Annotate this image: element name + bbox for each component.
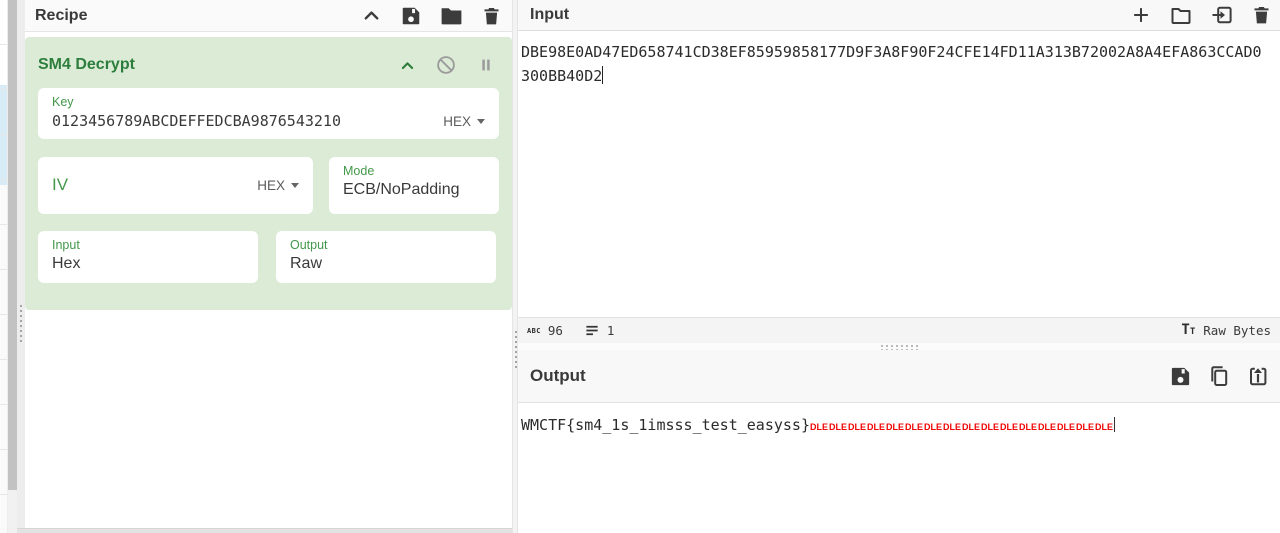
- save-output-icon[interactable]: [1169, 365, 1192, 388]
- clear-input-trash-icon[interactable]: [1251, 4, 1272, 26]
- clear-recipe-trash-icon[interactable]: [481, 5, 502, 27]
- operation-header: SM4 Decrypt: [25, 37, 512, 82]
- iv-type-value: HEX: [257, 178, 285, 193]
- key-field[interactable]: Key 0123456789ABCDEFFEDCBA9876543210 HEX: [38, 88, 499, 139]
- key-type-value: HEX: [443, 114, 471, 129]
- collapse-operation-icon[interactable]: [399, 57, 416, 74]
- open-file-folder-icon[interactable]: [1169, 3, 1193, 27]
- disable-operation-icon[interactable]: [435, 54, 457, 76]
- load-recipe-folder-icon[interactable]: [439, 3, 464, 28]
- input-line-2: 300BB40D2: [521, 67, 602, 85]
- control-char-token: DLE: [924, 422, 942, 432]
- control-char-token: DLE: [962, 422, 980, 432]
- operations-list-edge: [0, 0, 8, 533]
- control-char-token: DLE: [1095, 422, 1113, 432]
- mode-field[interactable]: Mode ECB/NoPadding: [329, 157, 499, 214]
- op-output-type-field[interactable]: Output Raw: [276, 231, 496, 283]
- operation-sm4-decrypt[interactable]: SM4 Decrypt Key 0123456789ABCDEFFEDCBA98…: [25, 37, 512, 310]
- key-input[interactable]: 0123456789ABCDEFFEDCBA9876543210: [52, 110, 443, 132]
- op-input-value[interactable]: Hex: [52, 253, 244, 274]
- output-header: Output: [518, 350, 1280, 403]
- op-output-label: Output: [290, 237, 482, 253]
- control-char-token: DLE: [1076, 422, 1094, 432]
- control-chars: DLEDLEDLEDLEDLEDLEDLEDLEDLEDLEDLEDLEDLED…: [810, 416, 1114, 434]
- open-input-icon[interactable]: [1210, 3, 1234, 27]
- breakpoint-pause-icon[interactable]: [476, 55, 496, 75]
- collapse-recipe-icon[interactable]: [360, 4, 383, 27]
- input-output-splitter[interactable]: [518, 343, 1280, 350]
- output-cursor: [1114, 417, 1115, 432]
- key-type-dropdown[interactable]: HEX: [443, 114, 485, 129]
- input-encoding-value: Raw Bytes: [1203, 323, 1271, 338]
- recipe-panel: Recipe SM4 Decrypt: [25, 0, 512, 533]
- control-char-token: DLE: [981, 422, 999, 432]
- replace-input-with-output-icon[interactable]: [1246, 364, 1270, 388]
- iv-field[interactable]: IV HEX: [38, 157, 313, 214]
- control-char-token: DLE: [810, 422, 828, 432]
- line-count-icon: [585, 323, 600, 338]
- save-recipe-icon[interactable]: [400, 5, 422, 27]
- output-flag-text: WMCTF{sm4_1s_1imsss_test_easyss}: [521, 416, 810, 434]
- text-encoding-icon: TT: [1181, 323, 1195, 339]
- operations-recipe-splitter[interactable]: [17, 0, 25, 533]
- op-input-type-field[interactable]: Input Hex: [38, 231, 258, 283]
- control-char-token: DLE: [829, 422, 847, 432]
- control-char-token: DLE: [848, 422, 866, 432]
- mode-label: Mode: [343, 163, 485, 179]
- input-header: Input: [518, 0, 1280, 31]
- character-count: 96: [548, 323, 563, 338]
- add-input-tab-icon[interactable]: [1130, 4, 1152, 26]
- mode-value[interactable]: ECB/NoPadding: [343, 179, 485, 200]
- chevron-down-icon: [291, 183, 299, 188]
- control-char-token: DLE: [943, 422, 961, 432]
- chevron-down-icon: [477, 119, 485, 124]
- copy-output-icon[interactable]: [1207, 364, 1231, 388]
- io-column: Input DBE98E0AD47ED658741CD38EF859598581…: [518, 0, 1280, 533]
- input-cursor: [602, 66, 603, 84]
- operation-title: SM4 Decrypt: [38, 56, 399, 74]
- input-status-bar: ABC 96 1 TT Raw Bytes: [518, 317, 1280, 343]
- splitter-drag-dots[interactable]: [19, 304, 23, 342]
- input-encoding-selector[interactable]: TT Raw Bytes: [1181, 323, 1271, 339]
- output-title: Output: [530, 366, 1169, 386]
- control-char-token: DLE: [1019, 422, 1037, 432]
- control-char-token: DLE: [1038, 422, 1056, 432]
- control-char-token: DLE: [1057, 422, 1075, 432]
- control-char-token: DLE: [905, 422, 923, 432]
- op-output-value[interactable]: Raw: [290, 253, 482, 274]
- character-count-icon: ABC: [527, 327, 541, 335]
- key-label: Key: [52, 94, 485, 110]
- op-input-label: Input: [52, 237, 244, 253]
- operations-scrollbar-thumb[interactable]: [8, 0, 17, 490]
- bake-bar-edge: [17, 528, 512, 533]
- splitter-drag-dots[interactable]: [880, 344, 918, 350]
- control-char-token: DLE: [886, 422, 904, 432]
- control-char-token: DLE: [1000, 422, 1018, 432]
- output-textarea[interactable]: WMCTF{sm4_1s_1imsss_test_easyss}DLEDLEDL…: [518, 404, 1280, 533]
- iv-label: IV: [52, 175, 257, 195]
- operations-scrollbar[interactable]: [8, 0, 17, 533]
- iv-type-dropdown[interactable]: HEX: [257, 178, 299, 193]
- input-title: Input: [530, 6, 1130, 24]
- line-count: 1: [607, 323, 615, 338]
- input-textarea[interactable]: DBE98E0AD47ED658741CD38EF85959858177D9F3…: [518, 31, 1280, 317]
- control-char-token: DLE: [867, 422, 885, 432]
- recipe-title: Recipe: [35, 7, 360, 25]
- recipe-header: Recipe: [25, 0, 512, 32]
- input-line-1: DBE98E0AD47ED658741CD38EF85959858177D9F3…: [521, 43, 1262, 61]
